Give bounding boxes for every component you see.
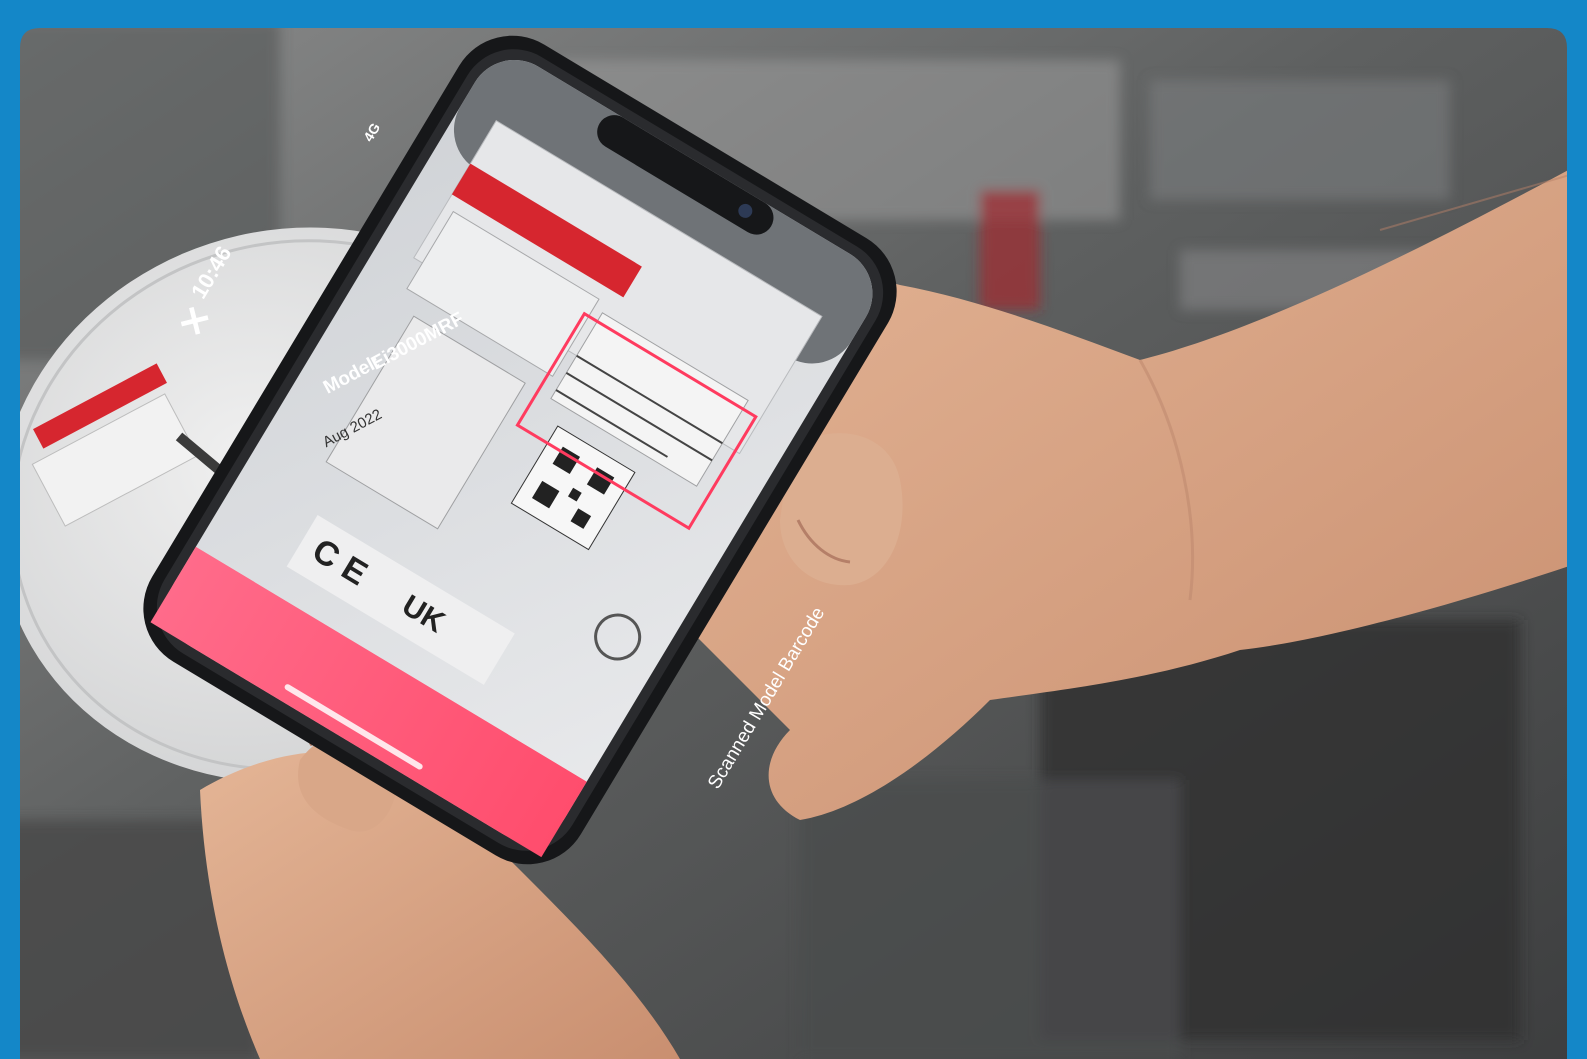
photo-scene: C E UK (0, 0, 1587, 1059)
photo-frame: C E UK 10:46 4G ✕ Model: Ei3000MRF Aug 2… (0, 0, 1587, 1059)
